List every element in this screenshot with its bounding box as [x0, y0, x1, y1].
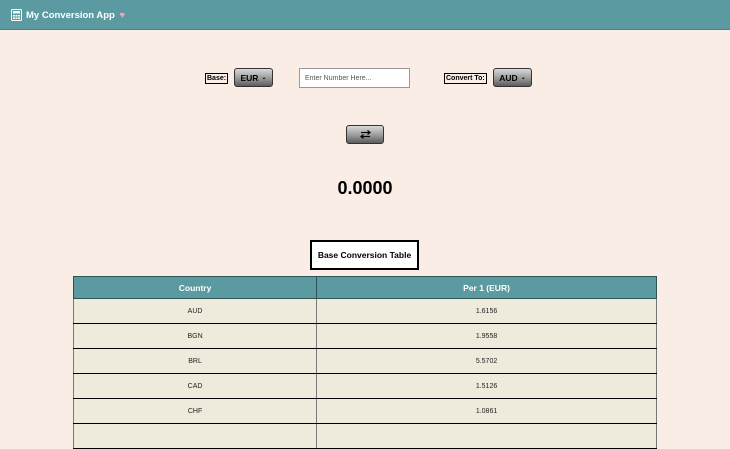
- country-cell: CHF: [72, 398, 318, 424]
- table-header-row: Country Per 1 (EUR): [72, 276, 657, 299]
- app-title-text: My Conversion App: [26, 10, 115, 21]
- table-row: BRL 5.5702: [72, 348, 657, 374]
- heart-icon: ♥: [119, 10, 126, 21]
- rate-cell: [316, 423, 657, 449]
- rate-cell: 5.5702: [316, 348, 657, 374]
- country-cell: CAD: [72, 373, 318, 399]
- country-cell: [72, 423, 318, 449]
- table-title: Base Conversion Table: [310, 240, 419, 270]
- conversion-table: Country Per 1 (EUR) AUD 1.6156 BGN 1.955…: [72, 276, 657, 449]
- table-row: AUD 1.6156: [72, 298, 657, 324]
- swap-arrows-icon: [359, 130, 371, 139]
- calculator-icon: [11, 9, 22, 21]
- base-currency-select[interactable]: EUR ⌄: [234, 68, 273, 87]
- navbar: My Conversion App ♥: [0, 0, 730, 30]
- country-cell: BRL: [72, 348, 318, 374]
- country-cell: AUD: [72, 298, 318, 324]
- table-row: CAD 1.5126: [72, 373, 657, 399]
- rate-cell: 1.9558: [316, 323, 657, 349]
- base-currency-value: EUR: [240, 72, 259, 83]
- table-row: CHF 1.0861: [72, 398, 657, 424]
- conversion-result: 0.0000: [337, 178, 393, 198]
- rate-cell: 1.6156: [316, 298, 657, 324]
- convert-to-label: Convert To:: [444, 73, 487, 84]
- column-header-rate: Per 1 (EUR): [316, 276, 657, 299]
- amount-input[interactable]: [299, 68, 410, 88]
- swap-button[interactable]: [346, 125, 384, 144]
- table-row: BGN 1.9558: [72, 323, 657, 349]
- country-cell: BGN: [72, 323, 318, 349]
- chevron-down-icon: ⌄: [520, 75, 526, 81]
- rate-cell: 1.0861: [316, 398, 657, 424]
- app-title[interactable]: My Conversion App ♥: [26, 10, 125, 21]
- table-row: [72, 423, 657, 449]
- base-label: Base:: [205, 73, 229, 84]
- chevron-down-icon: ⌄: [261, 75, 267, 81]
- rate-cell: 1.5126: [316, 373, 657, 399]
- target-currency-value: AUD: [499, 72, 518, 83]
- target-currency-select[interactable]: AUD ⌄: [493, 68, 532, 87]
- column-header-country: Country: [72, 276, 318, 299]
